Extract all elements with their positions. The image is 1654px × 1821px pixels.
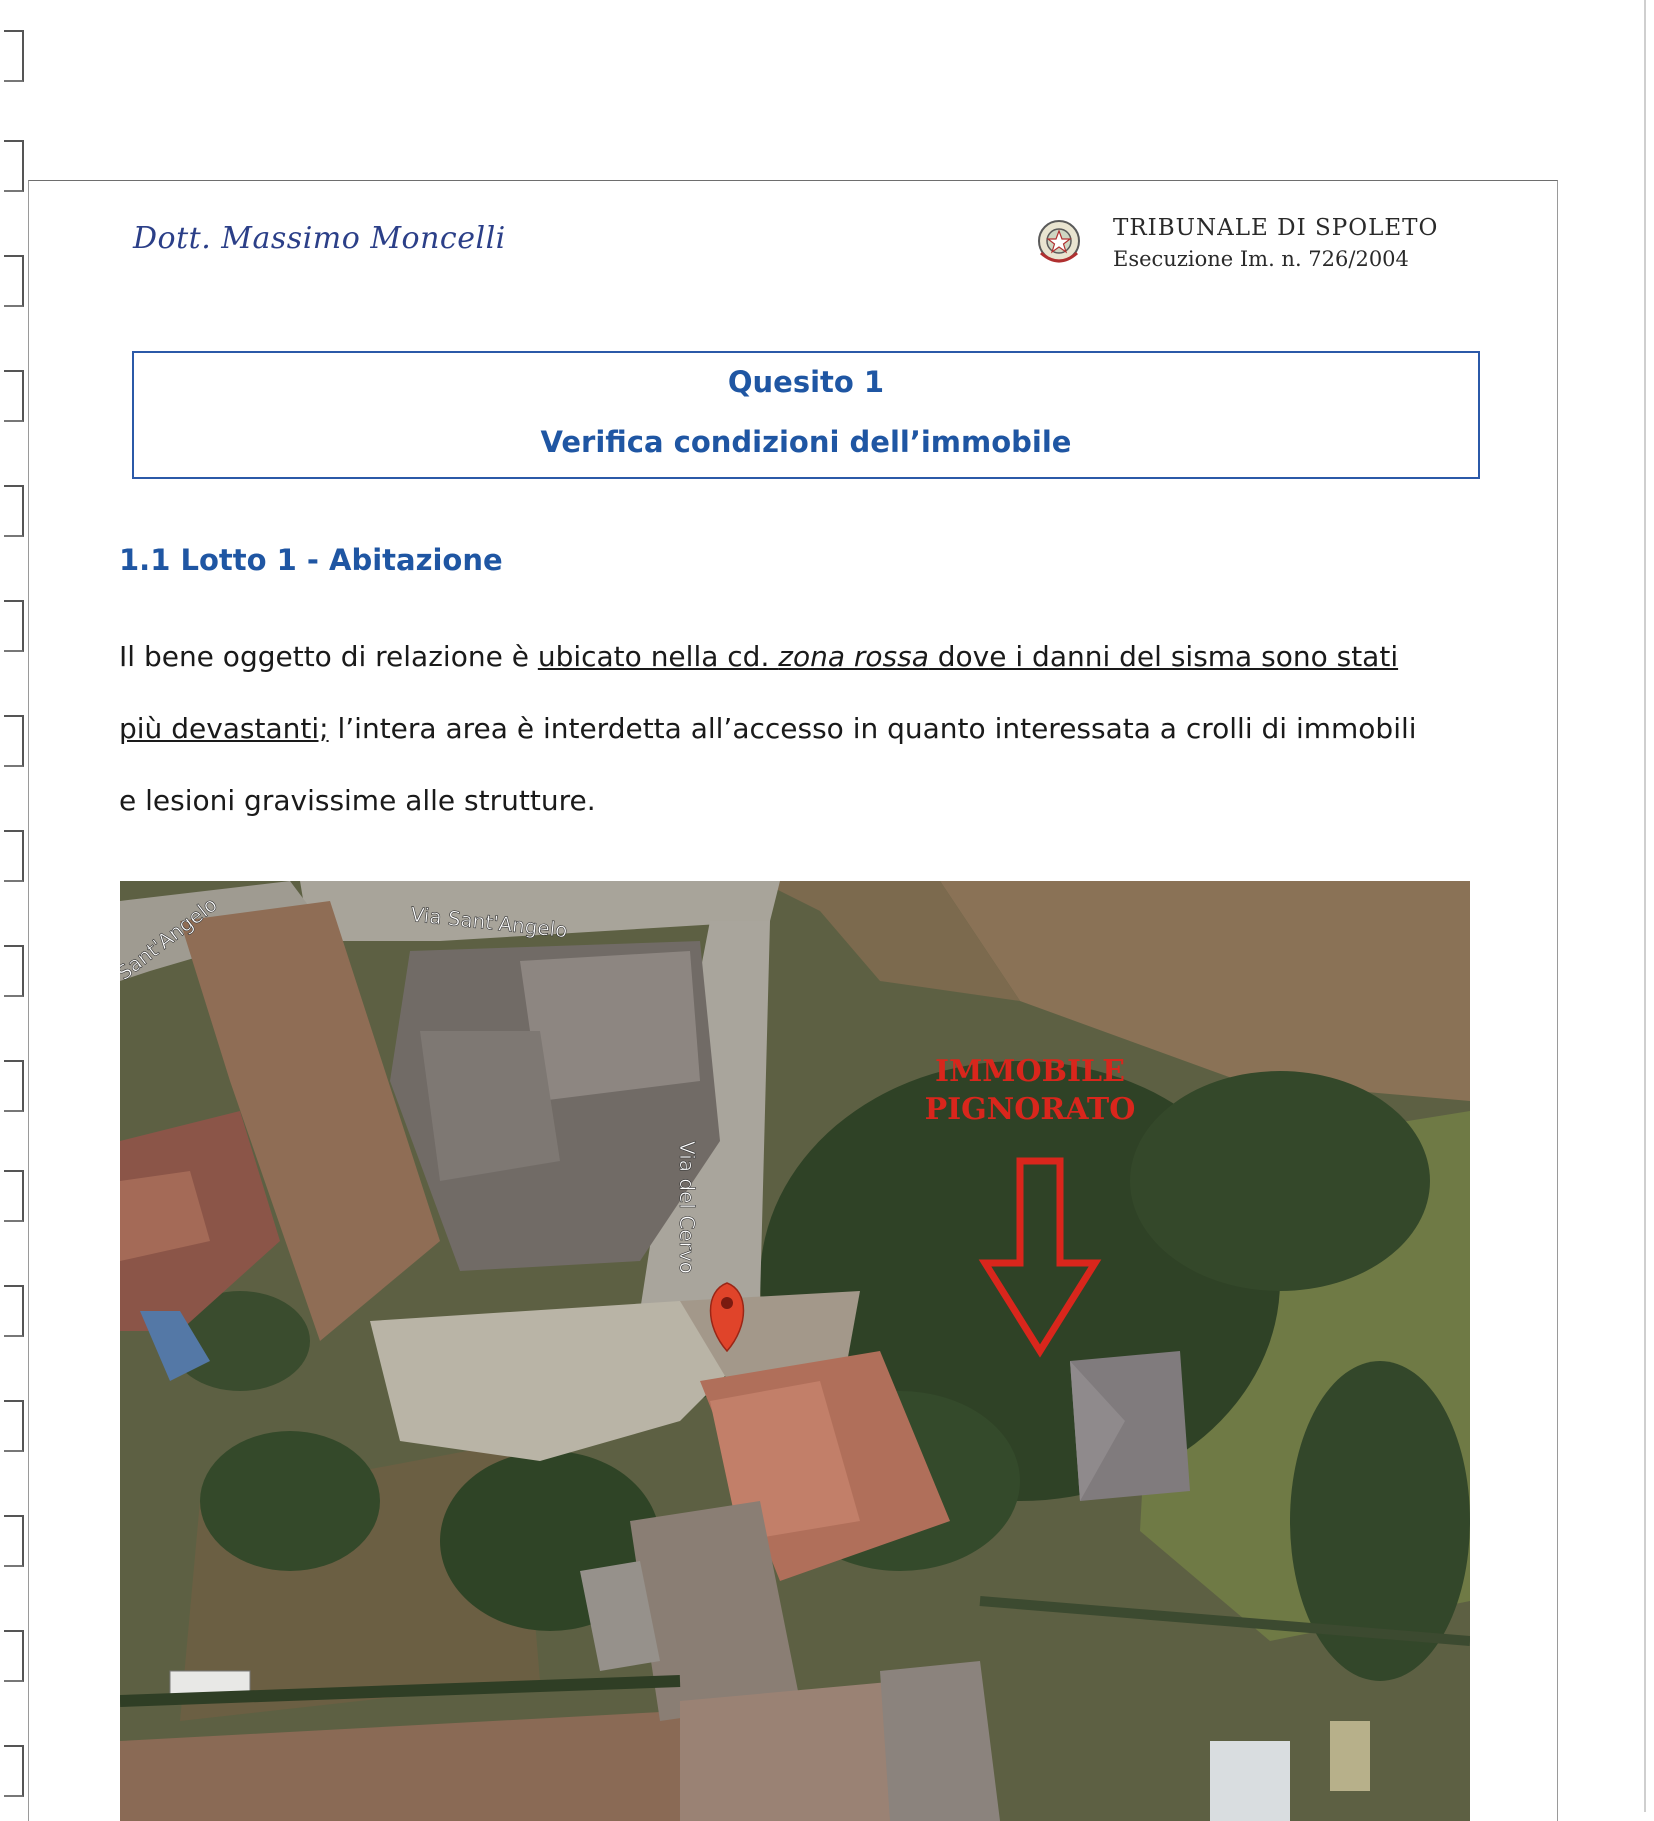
document-page: Dott. Massimo Moncelli TRIBUNALE DI SPOL…	[28, 180, 1558, 1821]
street-label: Via del Cervo	[675, 1141, 699, 1274]
aerial-photo-canvas: Via Sant'Angelo Sant'Angelo Via del Cerv…	[120, 881, 1470, 1821]
binder-ring	[4, 485, 24, 537]
binder-ring	[4, 1060, 24, 1112]
underlined-text: più devastanti;	[119, 712, 329, 745]
binder-ring	[4, 1285, 24, 1337]
binder-ring	[4, 30, 24, 82]
italic-underlined-text: zona rossa	[778, 640, 929, 673]
binder-ring	[4, 140, 24, 192]
header-court: TRIBUNALE DI SPOLETO	[1113, 215, 1439, 241]
binder-ring	[4, 370, 24, 422]
binder-ring	[4, 600, 24, 652]
underlined-text: ubicato nella cd.	[537, 640, 779, 673]
header-author: Dott. Massimo Moncelli	[133, 221, 506, 256]
binder-ring	[4, 945, 24, 997]
text-run: l’intera area è interdetta all’accesso i…	[328, 712, 1417, 745]
paragraph-line: e lesioni gravissime alle strutture.	[119, 765, 1499, 837]
text-run: e lesioni gravissime alle strutture.	[119, 784, 596, 817]
binder-ring	[4, 1745, 24, 1797]
binder-ring	[4, 1515, 24, 1567]
underlined-text: dove i danni del sisma sono stati	[928, 640, 1399, 673]
paragraph-line: Il bene oggetto di relazione è ubicato n…	[119, 621, 1499, 693]
scan-edge	[1644, 0, 1646, 1812]
binder-edge	[0, 0, 30, 1812]
binder-ring	[4, 715, 24, 767]
header-execution-number: Esecuzione Im. n. 726/2004	[1113, 247, 1409, 271]
paragraph-line: più devastanti; l’intera area è interdet…	[119, 693, 1499, 765]
binder-ring	[4, 1400, 24, 1452]
section-heading: 1.1 Lotto 1 - Abitazione	[119, 543, 503, 577]
body-paragraph: Il bene oggetto di relazione è ubicato n…	[119, 621, 1499, 837]
italian-emblem-icon	[1038, 220, 1080, 263]
binder-ring	[4, 1170, 24, 1222]
question-title: Verifica condizioni dell’immobile	[540, 425, 1072, 459]
aerial-photo: Via Sant'Angelo Sant'Angelo Via del Cerv…	[120, 881, 1470, 1821]
text-run: Il bene oggetto di relazione è	[119, 640, 538, 673]
binder-ring	[4, 255, 24, 307]
binder-ring	[4, 830, 24, 882]
question-number: Quesito 1	[727, 365, 885, 399]
binder-ring	[4, 1630, 24, 1682]
annotation-text: IMMOBILE	[935, 1054, 1125, 1089]
question-title-box: Quesito 1 Verifica condizioni dell’immob…	[132, 351, 1480, 479]
annotation-text: PIGNORATO	[925, 1092, 1136, 1127]
header-court-block: TRIBUNALE DI SPOLETO Esecuzione Im. n. 7…	[1035, 213, 1495, 283]
